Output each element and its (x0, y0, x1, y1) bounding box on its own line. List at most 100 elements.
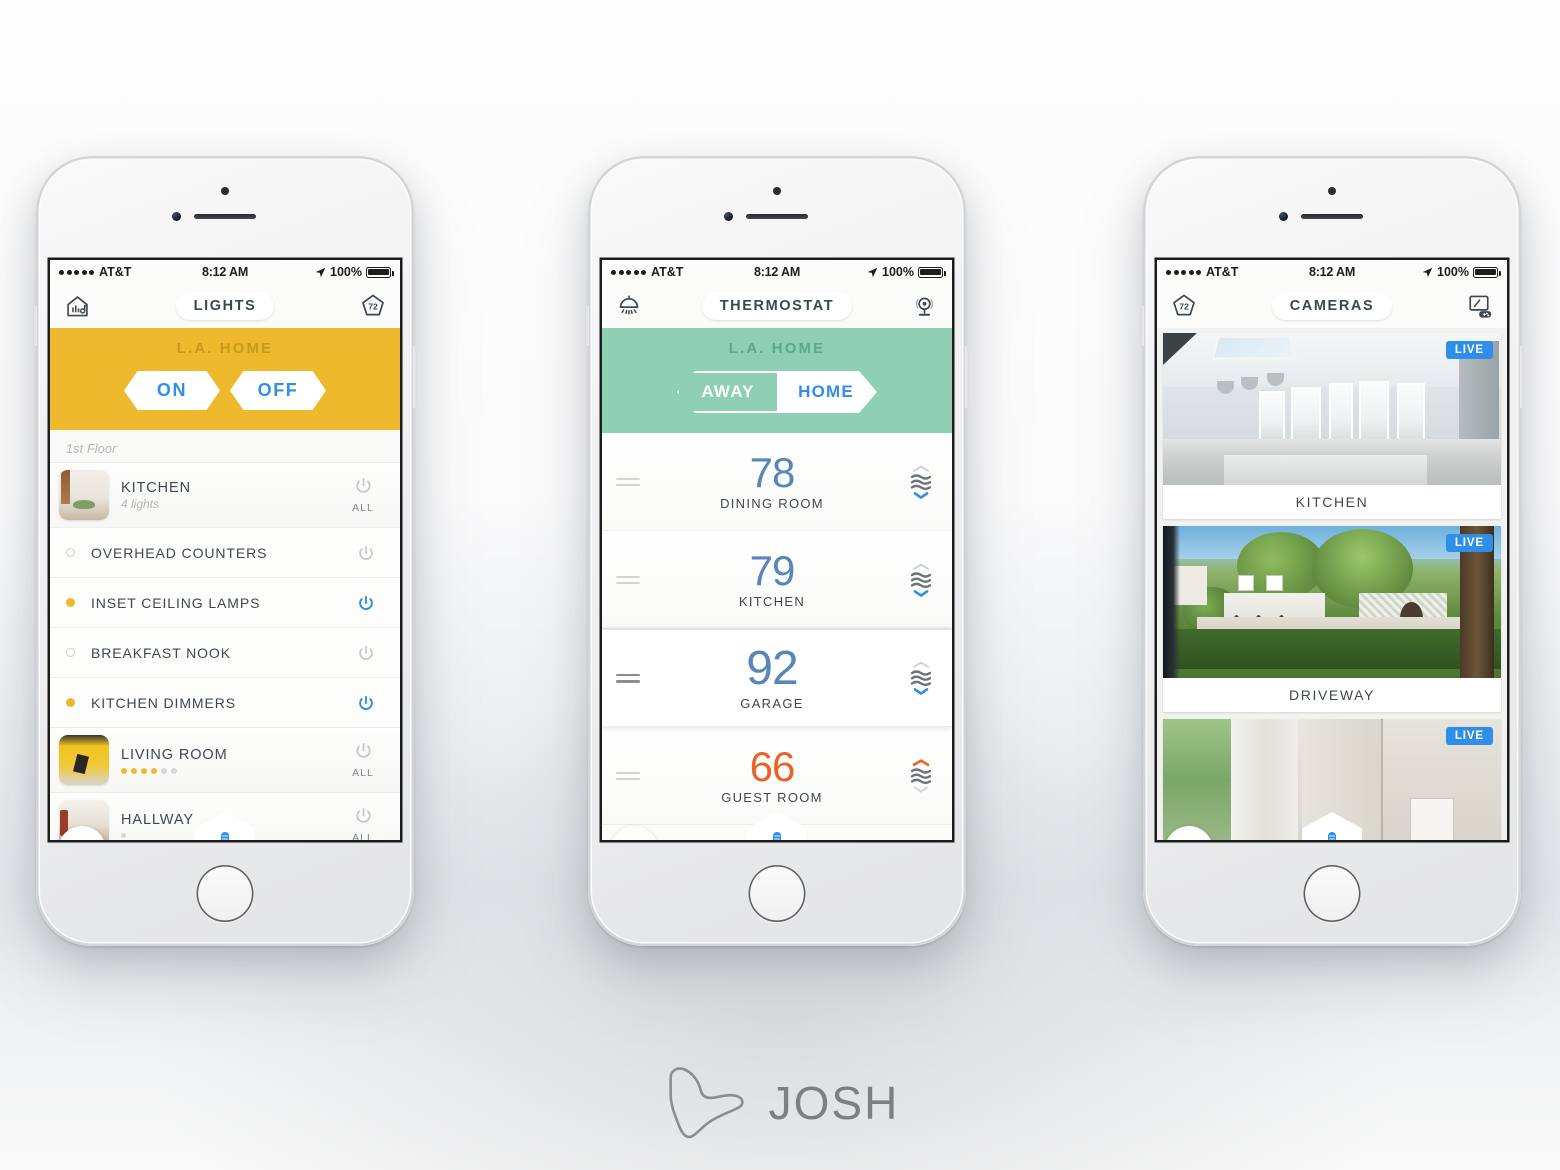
bulb-state-dot (66, 548, 75, 557)
thermostat-content: L.A. HOME AWAY HOME 78 DINING ROOM 79 KI… (602, 328, 952, 840)
proximity-sensor (221, 187, 229, 195)
bulb-state-dot (66, 698, 75, 707)
lights-content: L.A. HOME ON OFF 1st Floor KITCHEN 4 lig… (50, 328, 400, 840)
thermostat-row[interactable]: 66 GUEST ROOM (602, 727, 952, 825)
scene-title: L.A. HOME (176, 340, 274, 357)
clock-label: 8:12 AM (201, 265, 249, 279)
zone-setpoint-control[interactable] (904, 563, 938, 597)
scene-off-button[interactable]: OFF (230, 371, 326, 410)
scene-on-button[interactable]: ON (124, 371, 220, 410)
camera-feed-image[interactable]: LIVE (1163, 333, 1501, 485)
room-name: LIVING ROOM (121, 746, 228, 763)
phone-lights: AT&T 8:12 AM 100% LIGHTS 72 L.A. HOME ON… (33, 156, 417, 946)
home-button[interactable] (748, 865, 806, 922)
zone-temperature: 92 (746, 642, 798, 696)
microphone-icon (1328, 832, 1336, 840)
microphone-icon (773, 832, 781, 840)
thermostat-row[interactable]: 79 KITCHEN (602, 531, 952, 629)
carrier-label: AT&T (1206, 265, 1239, 279)
phone-thermostat: AT&T 8:12 AM 100% THERMOSTAT L.A. HOME A… (585, 156, 969, 946)
thermostat-icon-value: 72 (368, 301, 378, 311)
bulb-power-button[interactable] (346, 594, 386, 612)
proximity-sensor (1328, 187, 1336, 195)
ceiling-lamp-icon[interactable] (615, 292, 643, 320)
front-camera (724, 212, 733, 221)
signal-dots-icon (611, 269, 646, 275)
nav-bar-lights: LIGHTS 72 (50, 284, 400, 328)
signal-dots-icon (1166, 269, 1201, 275)
camera-label: DRIVEWAY (1289, 687, 1375, 703)
thermostat-row[interactable]: 78 DINING ROOM (602, 433, 952, 531)
signal-dots-icon (59, 269, 94, 275)
live-badge: LIVE (1445, 534, 1493, 552)
camera-card-driveway[interactable]: LIVE DRIVEWAY (1163, 526, 1501, 712)
carrier-label: AT&T (99, 265, 132, 279)
bulb-power-button[interactable] (346, 694, 386, 712)
home-button[interactable] (1303, 865, 1361, 922)
power-icon (359, 595, 373, 610)
cool-down-waves-icon (910, 563, 932, 597)
nav-bar-cameras: 72 CAMERAS (1157, 284, 1507, 328)
zone-setpoint-control[interactable] (904, 758, 938, 793)
bulb-row[interactable]: KITCHEN DIMMERS (50, 677, 400, 727)
bulb-state-dot (66, 598, 75, 607)
drag-handle-icon[interactable] (616, 477, 640, 486)
scene-banner-lights: L.A. HOME ON OFF (50, 328, 400, 430)
dim-level-indicator (121, 767, 340, 774)
thermostat-icon-value: 72 (1179, 301, 1189, 311)
home-segment[interactable]: HOME (777, 373, 875, 411)
drag-handle-icon[interactable] (616, 771, 640, 780)
phone-cameras: AT&T 8:12 AM 100% 72 CAMERAS LIVE KITCHE… (1140, 156, 1524, 946)
bulb-name: OVERHEAD COUNTERS (91, 544, 268, 561)
media-entertainment-icon[interactable] (1466, 292, 1494, 320)
zone-setpoint-control[interactable] (904, 465, 938, 499)
room-power-all-kitchen[interactable]: ALL (340, 476, 386, 514)
away-segment[interactable]: AWAY (679, 373, 777, 411)
thermostat-row[interactable]: 92 GARAGE (602, 629, 952, 727)
room-thumbnail (59, 735, 109, 785)
drag-handle-icon[interactable] (616, 673, 640, 683)
room-row-kitchen[interactable]: KITCHEN 4 lights ALL (50, 462, 400, 527)
battery-percent-label: 100% (882, 265, 915, 279)
home-music-icon[interactable] (63, 292, 91, 320)
bulb-power-button[interactable] (346, 644, 386, 662)
page-title: CAMERAS (1271, 292, 1393, 320)
thermostat-pentagon-icon[interactable]: 72 (1170, 292, 1198, 320)
room-power-all-hallway[interactable]: ALL (340, 806, 386, 840)
zone-name: DINING ROOM (720, 496, 824, 512)
scene-banner-thermostat: L.A. HOME AWAY HOME (602, 328, 952, 433)
thermostat-pentagon-icon[interactable]: 72 (359, 292, 387, 320)
proximity-sensor (773, 187, 781, 195)
bulb-row[interactable]: OVERHEAD COUNTERS (50, 527, 400, 577)
bulb-name: KITCHEN DIMMERS (91, 694, 236, 711)
zone-setpoint-control[interactable] (904, 661, 938, 695)
room-thumbnail (59, 470, 109, 520)
room-power-all-living-room[interactable]: ALL (340, 741, 386, 779)
cool-down-waves-icon (910, 661, 932, 695)
security-camera-icon[interactable] (911, 292, 939, 320)
camera-label: KITCHEN (1295, 494, 1369, 510)
nav-bar-thermostat: THERMOSTAT (602, 284, 952, 328)
sunburst-scene-icon (68, 836, 96, 840)
bulb-power-button[interactable] (346, 544, 386, 562)
all-label: ALL (352, 767, 374, 779)
camera-card-kitchen[interactable]: LIVE KITCHEN (1163, 333, 1501, 519)
josh-dog-logo-icon (669, 1067, 744, 1139)
clock-label: 8:12 AM (1308, 265, 1356, 279)
room-row-living-room[interactable]: LIVING ROOM ALL (50, 727, 400, 792)
brand-logo: JOSH (661, 1064, 900, 1142)
earpiece-speaker (746, 214, 808, 219)
bulb-row[interactable]: INSET CEILING LAMPS (50, 577, 400, 627)
heat-up-waves-icon (910, 758, 932, 793)
power-icon (359, 645, 373, 660)
away-home-toggle[interactable]: AWAY HOME (602, 371, 952, 413)
room-name: KITCHEN (121, 479, 191, 496)
drag-handle-icon[interactable] (616, 575, 640, 584)
bulb-row[interactable]: BREAKFAST NOOK (50, 627, 400, 677)
zone-name: GUEST ROOM (721, 790, 823, 806)
zone-name: KITCHEN (738, 594, 806, 610)
camera-feed-image[interactable]: LIVE (1163, 526, 1501, 678)
home-button[interactable] (196, 865, 254, 922)
location-arrow-icon (315, 267, 326, 277)
page-title: THERMOSTAT (701, 292, 853, 320)
